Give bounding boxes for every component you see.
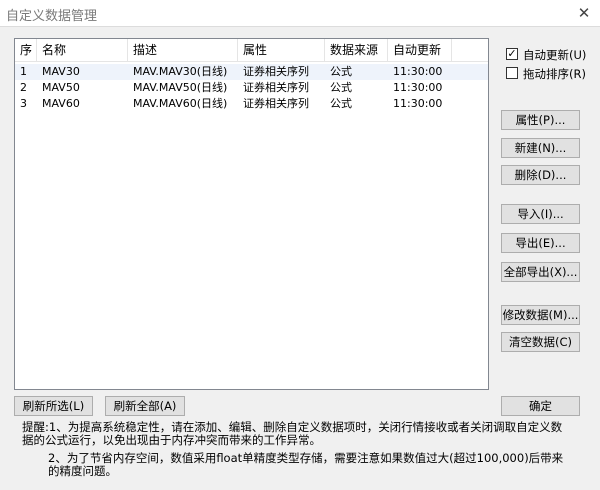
row-name: MAV30 — [42, 65, 80, 78]
checkbox-checked-icon: ✓ — [506, 47, 518, 60]
column-header-auto-update[interactable]: 自动更新 — [388, 39, 452, 61]
delete-button[interactable]: 删除(D)... — [501, 165, 580, 185]
row-attribute: 证券相关序列 — [243, 97, 309, 110]
table-row[interactable]: 1 MAV30 MAV.MAV30(日线) 证券相关序列 公式 11:30:00 — [15, 64, 488, 80]
row-source: 公式 — [330, 97, 352, 110]
row-auto-update: 11:30:00 — [393, 65, 443, 78]
row-index: 3 — [20, 97, 27, 110]
refresh-all-button[interactable]: 刷新全部(A) — [105, 396, 185, 416]
window-title: 自定义数据管理 — [6, 9, 98, 24]
tip-line-4: 的精度问题。 — [48, 464, 117, 478]
properties-button[interactable]: 属性(P)... — [501, 110, 580, 130]
close-icon[interactable]: ✕ — [574, 3, 594, 23]
column-header-name[interactable]: 名称 — [37, 39, 128, 61]
row-description: MAV.MAV30(日线) — [133, 65, 228, 78]
export-all-button[interactable]: 全部导出(X)... — [501, 262, 580, 282]
column-header-attribute[interactable]: 属性 — [238, 39, 325, 61]
tip-line-2: 据的公式运行，以免出现由于内存冲突而带来的工作异常。 — [22, 433, 321, 447]
import-button[interactable]: 导入(I)... — [501, 204, 580, 224]
export-button[interactable]: 导出(E)... — [501, 233, 580, 253]
column-header-description[interactable]: 描述 — [128, 39, 238, 61]
column-header-index[interactable]: 序 — [15, 39, 37, 61]
title-bar: 自定义数据管理 ✕ — [0, 0, 600, 27]
ok-button[interactable]: 确定 — [501, 396, 580, 416]
row-source: 公式 — [330, 65, 352, 78]
row-description: MAV.MAV60(日线) — [133, 97, 228, 110]
table-row[interactable]: 3 MAV60 MAV.MAV60(日线) 证券相关序列 公式 11:30:00 — [15, 96, 488, 112]
custom-data-list[interactable]: 序 名称 描述 属性 数据来源 自动更新 1 MAV30 MAV.MAV30(日… — [14, 38, 489, 390]
clear-data-button[interactable]: 清空数据(C) — [501, 332, 580, 352]
column-header-source[interactable]: 数据来源 — [325, 39, 388, 61]
row-index: 1 — [20, 65, 27, 78]
row-auto-update: 11:30:00 — [393, 97, 443, 110]
modify-data-button[interactable]: 修改数据(M)... — [501, 305, 580, 325]
auto-update-label: 自动更新(U) — [523, 48, 587, 62]
row-index: 2 — [20, 81, 27, 94]
row-description: MAV.MAV50(日线) — [133, 81, 228, 94]
row-attribute: 证券相关序列 — [243, 65, 309, 78]
refresh-selected-button[interactable]: 刷新所选(L) — [14, 396, 93, 416]
row-attribute: 证券相关序列 — [243, 81, 309, 94]
row-auto-update: 11:30:00 — [393, 81, 443, 94]
table-header: 序 名称 描述 属性 数据来源 自动更新 — [15, 39, 488, 62]
checkbox-unchecked-icon — [506, 67, 518, 79]
drag-sort-label: 拖动排序(R) — [523, 67, 586, 81]
new-button[interactable]: 新建(N)... — [501, 138, 580, 158]
row-name: MAV60 — [42, 97, 80, 110]
tip-line-3: 2、为了节省内存空间，数值采用float单精度类型存储，需要注意如果数值过大(超… — [48, 451, 564, 465]
row-name: MAV50 — [42, 81, 80, 94]
table-row[interactable]: 2 MAV50 MAV.MAV50(日线) 证券相关序列 公式 11:30:00 — [15, 80, 488, 96]
row-source: 公式 — [330, 81, 352, 94]
